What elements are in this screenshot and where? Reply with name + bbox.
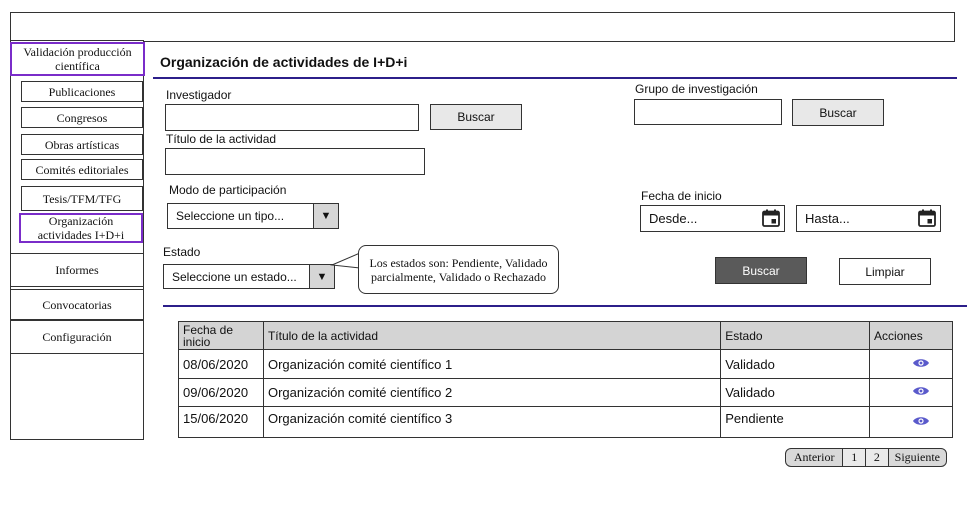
hasta-placeholder: Hasta... bbox=[805, 211, 850, 226]
column-header-acciones: Acciones bbox=[869, 321, 953, 350]
eye-icon[interactable] bbox=[912, 357, 930, 369]
search-button[interactable]: Buscar bbox=[715, 257, 807, 284]
modo-dropdown-arrow[interactable]: ▼ bbox=[313, 203, 339, 229]
top-bar bbox=[10, 12, 955, 42]
sidebar-item-label: Informes bbox=[55, 263, 99, 277]
titulo-input[interactable] bbox=[165, 148, 425, 175]
cell-acciones bbox=[869, 378, 953, 407]
sidebar-item-label: Convocatorias bbox=[42, 297, 112, 312]
sidebar-item-publicaciones[interactable]: Publicaciones bbox=[21, 81, 143, 102]
title-divider bbox=[153, 77, 957, 79]
cell-titulo: Organización comité científico 3 bbox=[262, 406, 722, 438]
cell-titulo: Organización comité científico 1 bbox=[262, 349, 722, 379]
modo-select[interactable]: Seleccione un tipo... bbox=[167, 203, 314, 229]
estado-select[interactable]: Seleccione un estado... bbox=[163, 264, 310, 289]
page-title: Organización de actividades de I+D+i bbox=[160, 54, 408, 70]
sidebar-item-obras-artisticas[interactable]: Obras artísticas bbox=[21, 134, 143, 155]
column-header-titulo: Título de la actividad bbox=[262, 321, 722, 350]
sidebar-item-comites-editoriales[interactable]: Comités editoriales bbox=[21, 159, 143, 180]
cell-fecha: 15/06/2020 bbox=[178, 406, 264, 438]
pagination: Anterior 1 2 Siguiente bbox=[785, 448, 947, 467]
table-header-row: Fecha de inicio Título de la actividad E… bbox=[178, 321, 953, 350]
cell-estado: Validado bbox=[720, 349, 871, 379]
filters-divider bbox=[163, 305, 967, 307]
cell-fecha: 09/06/2020 bbox=[178, 378, 264, 407]
modo-label: Modo de participación bbox=[169, 183, 287, 197]
grupo-label: Grupo de investigación bbox=[635, 82, 758, 96]
sidebar-item-label: Organización actividades I+D+i bbox=[37, 214, 125, 242]
calendar-icon[interactable] bbox=[762, 209, 780, 227]
estado-label: Estado bbox=[163, 245, 201, 259]
sidebar-item-organizacion[interactable]: Organización actividades I+D+i bbox=[19, 213, 143, 243]
clear-button[interactable]: Limpiar bbox=[839, 258, 931, 285]
cell-fecha: 08/06/2020 bbox=[178, 349, 264, 379]
cell-acciones bbox=[869, 406, 953, 438]
table-row: 15/06/2020 Organización comité científic… bbox=[178, 406, 953, 438]
modo-select-value: Seleccione un tipo... bbox=[176, 209, 285, 223]
desde-placeholder: Desde... bbox=[649, 211, 698, 226]
sidebar-item-label: Comités editoriales bbox=[35, 162, 129, 177]
sidebar-item-label: Publicaciones bbox=[48, 84, 116, 99]
sidebar-item-tesis[interactable]: Tesis/TFM/TFG bbox=[21, 186, 143, 211]
triangle-down-icon: ▼ bbox=[320, 210, 332, 222]
investigador-input[interactable] bbox=[165, 104, 419, 131]
triangle-down-icon: ▼ bbox=[316, 270, 328, 283]
cell-titulo: Organización comité científico 2 bbox=[262, 378, 722, 407]
sidebar-item-label: Congresos bbox=[56, 110, 108, 125]
column-header-estado: Estado bbox=[720, 321, 871, 350]
table-row: 09/06/2020 Organización comité científic… bbox=[178, 378, 953, 407]
sidebar-item-label: Validación producción científica bbox=[23, 45, 132, 73]
sidebar-item-convocatorias[interactable]: Convocatorias bbox=[10, 289, 144, 320]
tooltip-text: Los estados son: Pendiente, Validado par… bbox=[369, 255, 548, 284]
pagination-page-1[interactable]: 1 bbox=[843, 449, 867, 466]
cell-acciones bbox=[869, 349, 953, 379]
estado-tooltip: Los estados son: Pendiente, Validado par… bbox=[358, 245, 559, 294]
sidebar-item-label: Tesis/TFM/TFG bbox=[42, 191, 122, 206]
grupo-search-button[interactable]: Buscar bbox=[792, 99, 884, 126]
eye-icon[interactable] bbox=[912, 385, 930, 397]
sidebar-item-configuracion[interactable]: Configuración bbox=[10, 320, 144, 354]
pagination-next[interactable]: Siguiente bbox=[889, 449, 946, 466]
sidebar-item-validacion[interactable]: Validación producción científica bbox=[10, 42, 145, 76]
sidebar-item-informes[interactable]: Informes bbox=[10, 253, 144, 287]
cell-estado: Validado bbox=[720, 378, 871, 407]
pagination-page-2[interactable]: 2 bbox=[866, 449, 889, 466]
sidebar-item-label: Configuración bbox=[42, 330, 112, 344]
calendar-icon[interactable] bbox=[918, 209, 936, 227]
sidebar-item-label: Obras artísticas bbox=[44, 137, 120, 152]
cell-estado: Pendiente bbox=[720, 406, 871, 438]
fecha-label: Fecha de inicio bbox=[641, 189, 722, 203]
investigador-label: Investigador bbox=[166, 88, 232, 102]
column-header-fecha: Fecha de inicio bbox=[178, 321, 264, 350]
pagination-prev[interactable]: Anterior bbox=[786, 449, 844, 466]
table-row: 08/06/2020 Organización comité científic… bbox=[178, 349, 953, 379]
investigador-search-button[interactable]: Buscar bbox=[430, 104, 522, 130]
titulo-label: Título de la actividad bbox=[166, 132, 277, 146]
results-table: Fecha de inicio Título de la actividad E… bbox=[178, 321, 953, 438]
sidebar-item-congresos[interactable]: Congresos bbox=[21, 107, 143, 128]
eye-icon[interactable] bbox=[912, 415, 930, 427]
estado-select-value: Seleccione un estado... bbox=[172, 269, 297, 284]
grupo-input[interactable] bbox=[634, 99, 782, 125]
